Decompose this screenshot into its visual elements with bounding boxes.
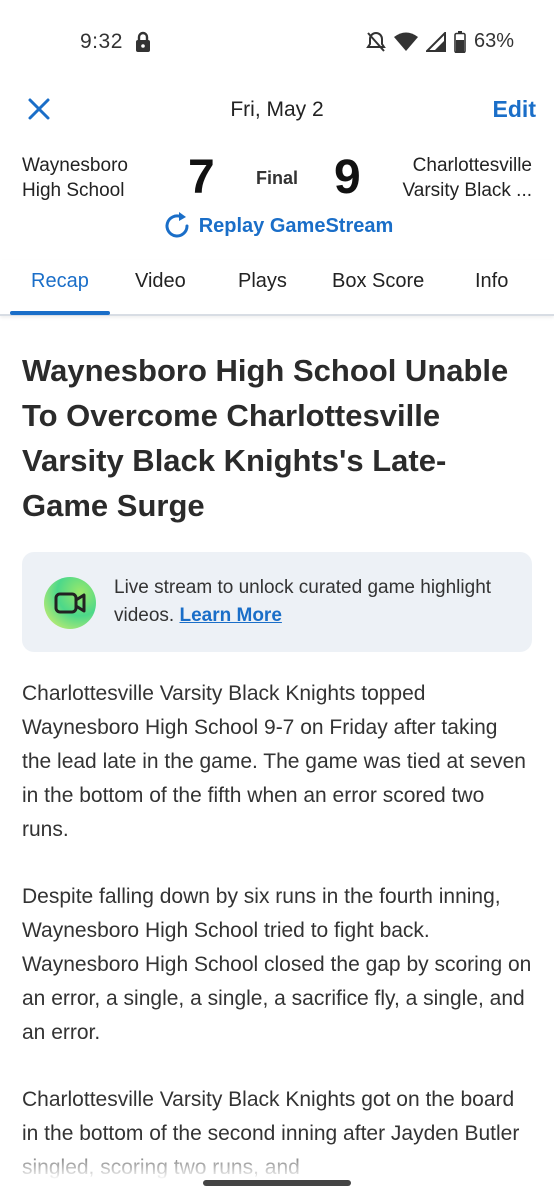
live-stream-promo: Live stream to unlock curated game highl… <box>22 552 532 652</box>
replay-icon <box>165 212 189 238</box>
tab-video[interactable]: Video <box>135 270 186 293</box>
article-title: Waynesboro High School Unable To Overcom… <box>22 353 509 523</box>
promo-text: Live stream to unlock curated game highl… <box>114 574 514 630</box>
away-team-line1: Charlottesville <box>412 155 532 176</box>
tab-plays[interactable]: Plays <box>238 270 287 293</box>
battery-percent: 63% <box>473 30 514 52</box>
tab-bar: Recap Video Plays Box Score Info <box>0 260 554 316</box>
signal-icon <box>425 31 446 52</box>
home-indicator[interactable] <box>203 1180 351 1186</box>
video-camera-icon <box>54 592 86 614</box>
promo-icon-badge <box>44 577 96 629</box>
article-paragraph: Charlottesville Varsity Black Knights to… <box>22 682 526 841</box>
status-time: 9:32 <box>80 30 123 53</box>
scoreboard: Waynesboro High School 7 Final 9 Charlot… <box>0 150 554 212</box>
promo-message: Live stream to unlock curated game highl… <box>114 577 492 626</box>
away-score: 9 <box>334 151 361 204</box>
lock-icon <box>136 31 150 52</box>
tab-box-score[interactable]: Box Score <box>332 270 424 293</box>
bottom-fade <box>0 1150 554 1200</box>
learn-more-link[interactable]: Learn More <box>179 605 281 626</box>
edit-button[interactable]: Edit <box>493 96 536 123</box>
wifi-icon <box>393 32 418 51</box>
replay-label: Replay GameStream <box>198 214 394 237</box>
replay-gamestream-button[interactable]: Replay GameStream <box>0 210 554 242</box>
tab-recap[interactable]: Recap <box>31 270 89 293</box>
mute-icon <box>366 31 386 52</box>
away-team-name[interactable]: Charlottesville Varsity Black ... <box>362 153 532 203</box>
away-team-line2: Varsity Black ... <box>402 180 532 201</box>
battery-icon <box>454 30 466 53</box>
header: Fri, May 2 Edit <box>0 86 554 136</box>
status-icons: 63% <box>366 30 514 53</box>
status-bar: 9:32 63% <box>0 0 554 86</box>
tab-info[interactable]: Info <box>475 270 508 293</box>
active-tab-indicator <box>10 311 110 315</box>
game-date: Fri, May 2 <box>230 98 324 121</box>
article-paragraph: Despite falling down by six runs in the … <box>22 885 532 1044</box>
